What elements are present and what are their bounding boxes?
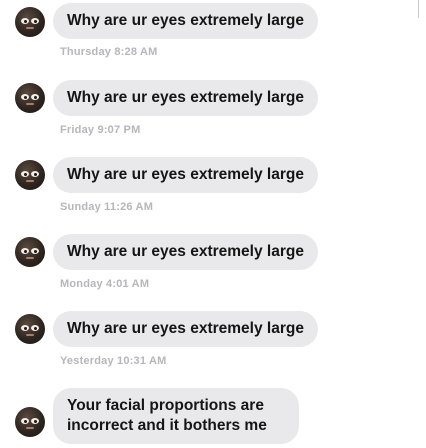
avatar-eye-icon <box>31 18 39 24</box>
message-bubble[interactable]: Why are ur eyes extremely large <box>53 311 318 347</box>
avatar-eye-icon <box>21 18 29 24</box>
message-thread: Why are ur eyes extremely large Thursday… <box>0 0 426 448</box>
avatar-eye-icon <box>21 325 29 331</box>
message-bubble[interactable]: Your facial proportions are incorrect an… <box>53 388 299 444</box>
avatar[interactable] <box>15 237 45 267</box>
message-timestamp: Yesterday 10:31 AM <box>60 355 167 367</box>
avatar-eye-icon <box>31 94 39 100</box>
avatar-mouth-icon <box>26 257 34 259</box>
avatar-eye-icon <box>31 418 39 424</box>
message-bubble[interactable]: Why are ur eyes extremely large <box>53 234 318 270</box>
avatar-mouth-icon <box>26 180 34 182</box>
avatar-mouth-icon <box>26 427 34 429</box>
message-bubble[interactable]: Why are ur eyes extremely large <box>53 157 318 193</box>
avatar-mouth-icon <box>26 27 34 29</box>
avatar-eye-icon <box>21 418 29 424</box>
avatar-eye-icon <box>31 325 39 331</box>
message-bubble[interactable]: Why are ur eyes extremely large <box>53 3 318 39</box>
message-timestamp: Friday 9:07 PM <box>60 124 141 136</box>
avatar-eye-icon <box>21 248 29 254</box>
avatar-eye-icon <box>21 94 29 100</box>
avatar[interactable] <box>15 83 45 113</box>
message-timestamp: Sunday 11:26 AM <box>60 201 154 213</box>
message-timestamp: Monday 4:01 AM <box>60 278 150 290</box>
avatar-eye-icon <box>31 171 39 177</box>
avatar-eye-icon <box>21 171 29 177</box>
avatar-mouth-icon <box>26 334 34 336</box>
avatar-mouth-icon <box>26 103 34 105</box>
divider-line <box>418 0 419 18</box>
avatar[interactable] <box>15 407 45 437</box>
message-bubble[interactable]: Why are ur eyes extremely large <box>53 80 318 116</box>
avatar[interactable] <box>15 7 45 37</box>
message-timestamp: Thursday 8:28 AM <box>60 46 158 58</box>
avatar-eye-icon <box>31 248 39 254</box>
avatar[interactable] <box>15 314 45 344</box>
avatar[interactable] <box>15 160 45 190</box>
